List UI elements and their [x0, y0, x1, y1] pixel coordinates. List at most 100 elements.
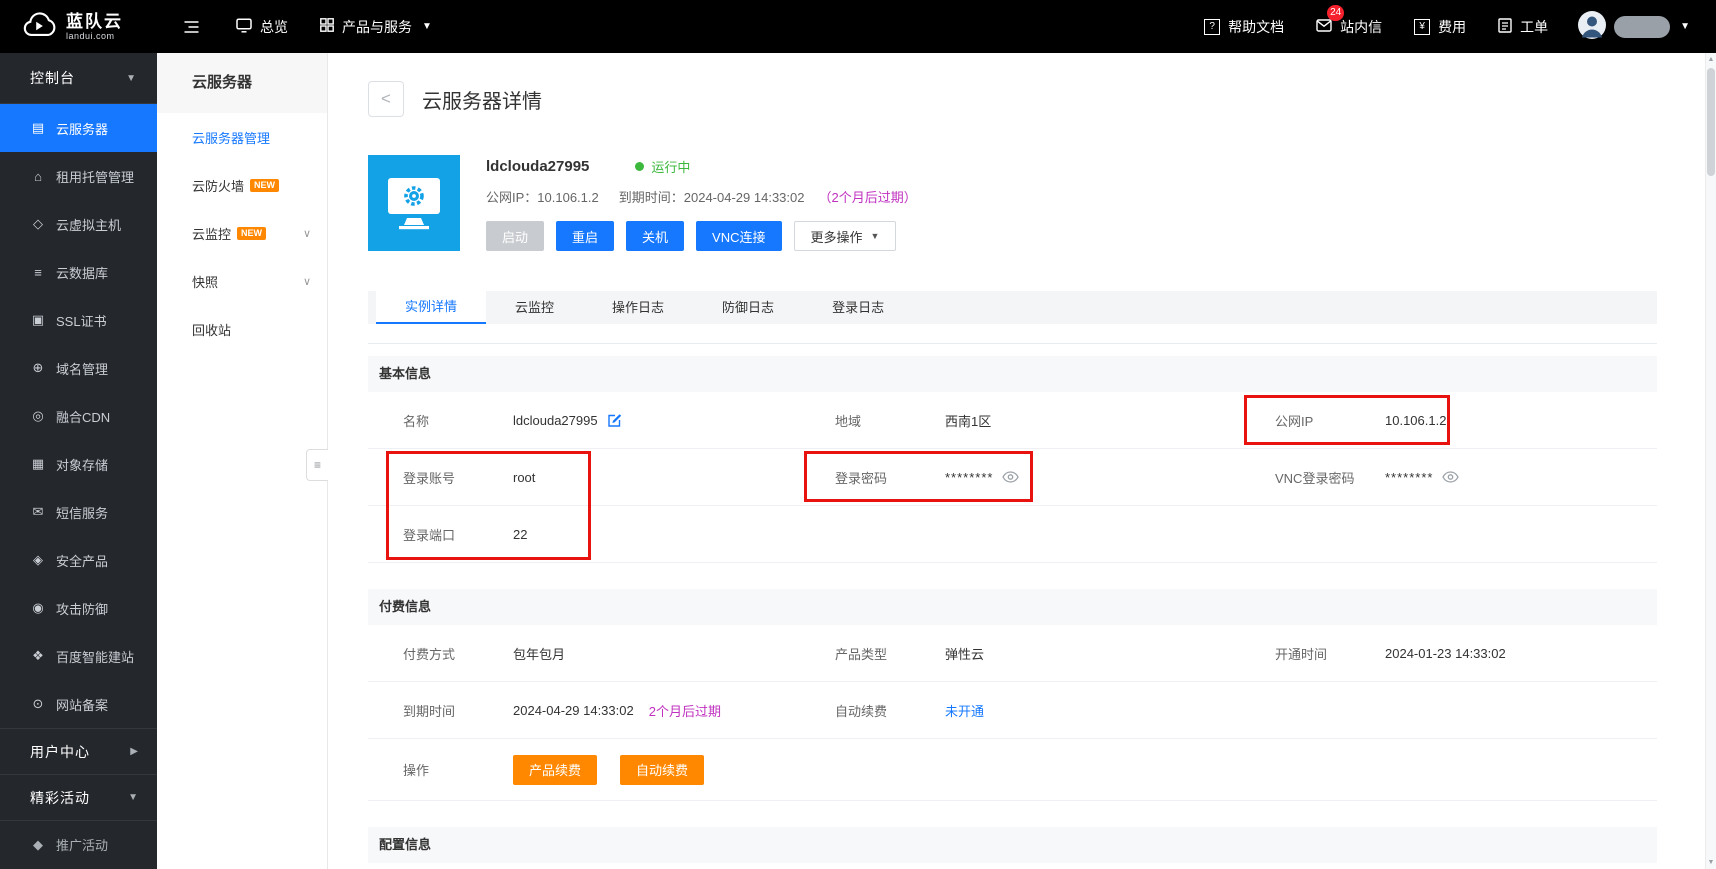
- expire-warning: 2个月后过期: [648, 703, 721, 719]
- sidebar-item-label: 对象存储: [56, 457, 109, 473]
- nav-products[interactable]: 产品与服务 ▼: [304, 0, 448, 53]
- public-ip-label: 公网IP：: [486, 190, 538, 205]
- sidebar-item-promotion[interactable]: ◆ 推广活动: [0, 820, 157, 868]
- submenu-item-recycle-bin[interactable]: 回收站: [157, 305, 327, 353]
- sidebar-item-label: 融合CDN: [56, 409, 111, 425]
- sidebar-item-virtual-host[interactable]: ◇ 云虚拟主机: [0, 200, 157, 248]
- auto-renew-button[interactable]: 自动续费: [620, 754, 705, 785]
- tab-cloud-monitoring[interactable]: 云监控: [486, 291, 583, 324]
- sidebar-item-sms[interactable]: ✉ 短信服务: [0, 488, 157, 536]
- server-icon: ▤: [31, 120, 45, 135]
- login-password-value: ********: [945, 469, 994, 485]
- auto-renew-value[interactable]: 未开通: [945, 701, 984, 720]
- chevron-down-icon: ▼: [126, 72, 137, 84]
- public-ip-label: 公网IP: [1275, 413, 1314, 429]
- product-type-label: 产品类型: [835, 646, 888, 662]
- nav-messages-label: 站内信: [1340, 18, 1383, 35]
- certificate-icon: ▣: [31, 312, 45, 327]
- status-label: 运行中: [651, 160, 691, 175]
- shutdown-button[interactable]: 关机: [626, 221, 685, 251]
- sidebar-item-label: 安全产品: [56, 553, 109, 569]
- sidebar-item-label: 域名管理: [56, 361, 109, 377]
- shield-icon: ◈: [33, 552, 43, 567]
- sidebar-item-object-storage[interactable]: ▦ 对象存储: [0, 440, 157, 488]
- detail-tabs: 实例详情 云监控 操作日志 防御日志 登录日志: [368, 291, 1657, 324]
- submenu-item-monitoring[interactable]: 云监控 NEW ∨: [157, 209, 327, 257]
- tab-instance-details[interactable]: 实例详情: [376, 291, 487, 324]
- sidebar-item-ssl[interactable]: ▣ SSL证书: [0, 296, 157, 344]
- eye-icon[interactable]: [1002, 471, 1020, 483]
- user-menu[interactable]: ▼: [1578, 11, 1690, 42]
- eye-icon[interactable]: [1442, 471, 1460, 483]
- nav-billing[interactable]: ¥ 费用: [1398, 0, 1482, 53]
- globe-icon: ⊕: [32, 360, 44, 375]
- page-header: < 云服务器详情: [368, 81, 1657, 117]
- nav-tickets-label: 工单: [1520, 18, 1549, 35]
- submenu-title: 云服务器: [157, 53, 327, 113]
- main-content: < 云服务器详情 ldclouda27995 运行中 公网IP：10.106.1…: [328, 53, 1705, 869]
- console-selector[interactable]: 控制台 ▼: [0, 53, 157, 104]
- landui-logo[interactable]: 蓝队云 landui.com: [0, 11, 157, 42]
- tab-defense-logs[interactable]: 防御日志: [693, 291, 803, 324]
- cube-icon: ◇: [33, 216, 43, 231]
- sidebar-item-cdn[interactable]: ◎ 融合CDN: [0, 392, 157, 440]
- tab-login-logs[interactable]: 登录日志: [803, 291, 913, 324]
- nav-messages[interactable]: 站内信 24: [1300, 0, 1398, 53]
- sidebar-item-icp-filing[interactable]: ⊙ 网站备案: [0, 680, 157, 728]
- submenu-item-snapshot[interactable]: 快照 ∨: [157, 257, 327, 305]
- scrollbar-thumb[interactable]: [1707, 68, 1715, 176]
- name-label: 名称: [403, 413, 430, 429]
- vnc-password-label: VNC登录密码: [1275, 470, 1355, 486]
- back-button[interactable]: <: [368, 81, 404, 117]
- storage-icon: ▦: [31, 456, 45, 471]
- sidebar-item-label: 网站备案: [56, 697, 109, 713]
- vertical-scrollbar[interactable]: ▲ ▼: [1705, 53, 1716, 869]
- region-label: 地域: [835, 413, 862, 429]
- sidebar-activities[interactable]: 精彩活动 ▼: [0, 774, 157, 820]
- table-row: 名称 ldclouda27995 地域 西南1区 公网IP 10.106.1.2: [368, 392, 1657, 449]
- panel-collapse-handle[interactable]: ≡: [306, 449, 328, 481]
- scroll-up-icon[interactable]: ▲: [1706, 53, 1716, 66]
- scroll-down-icon[interactable]: ▼: [1706, 856, 1716, 869]
- basic-info-title: 基本信息: [368, 356, 1657, 392]
- console-label: 控制台: [30, 70, 75, 86]
- sidebar-toggle-icon[interactable]: [157, 0, 220, 53]
- server-summary: ldclouda27995 运行中 公网IP：10.106.1.2 到期时间：2…: [368, 155, 1657, 251]
- nav-tickets[interactable]: 工单: [1482, 0, 1564, 53]
- restart-button[interactable]: 重启: [556, 221, 615, 251]
- sidebar-item-baidu-site[interactable]: ❖ 百度智能建站: [0, 632, 157, 680]
- secondary-sidebar: 云服务器 云服务器管理 云防火墙 NEW 云监控 NEW ∨ 快照 ∨ 回收站: [157, 53, 328, 869]
- sidebar-item-security[interactable]: ◈ 安全产品: [0, 536, 157, 584]
- tab-operation-logs[interactable]: 操作日志: [583, 291, 693, 324]
- vnc-connect-button[interactable]: VNC连接: [696, 221, 782, 251]
- edit-icon[interactable]: [607, 413, 622, 428]
- nav-overview-label: 总览: [260, 18, 288, 35]
- status-dot-icon: [635, 162, 645, 171]
- payment-info-section: 付费信息 付费方式 包年包月 产品类型 弹性云 开通时间 2024-01-23 …: [368, 589, 1657, 801]
- page-title: 云服务器详情: [422, 90, 542, 113]
- sidebar-item-label: SSL证书: [56, 313, 107, 329]
- sidebar-item-domain[interactable]: ⊕ 域名管理: [0, 344, 157, 392]
- sidebar-item-database[interactable]: ≡ 云数据库: [0, 248, 157, 296]
- document-icon: [1498, 17, 1512, 36]
- sidebar-user-center[interactable]: 用户中心 ▶: [0, 728, 157, 774]
- sidebar-item-hosting[interactable]: ⌂ 租用托管管理: [0, 152, 157, 200]
- table-row: 操作 产品续费 自动续费: [368, 739, 1657, 801]
- sidebar-item-defense[interactable]: ◉ 攻击防御: [0, 584, 157, 632]
- product-renew-button[interactable]: 产品续费: [513, 754, 598, 785]
- submenu-item-firewall[interactable]: 云防火墙 NEW: [157, 161, 327, 209]
- nav-help[interactable]: ? 帮助文档: [1188, 0, 1300, 53]
- start-button[interactable]: 启动: [486, 221, 545, 251]
- activities-label: 精彩活动: [30, 789, 90, 806]
- more-actions-button[interactable]: 更多操作 ▼: [793, 221, 897, 251]
- sidebar-item-label: 攻击防御: [56, 601, 109, 617]
- actions-label: 操作: [403, 763, 430, 778]
- submenu-item-server-management[interactable]: 云服务器管理: [157, 113, 327, 161]
- nav-overview[interactable]: 总览: [220, 0, 304, 53]
- navbar-right: ? 帮助文档 站内信 24 ¥ 费用 工单 ▼: [1188, 0, 1716, 53]
- payment-info-title: 付费信息: [368, 589, 1657, 625]
- server-name: ldclouda27995: [486, 158, 590, 175]
- sidebar-item-cloud-server[interactable]: ▤ 云服务器: [0, 104, 157, 152]
- server-meta: 公网IP：10.106.1.2 到期时间：2024-04-29 14:33:02…: [486, 187, 917, 206]
- expire-time-label: 到期时间: [403, 703, 456, 719]
